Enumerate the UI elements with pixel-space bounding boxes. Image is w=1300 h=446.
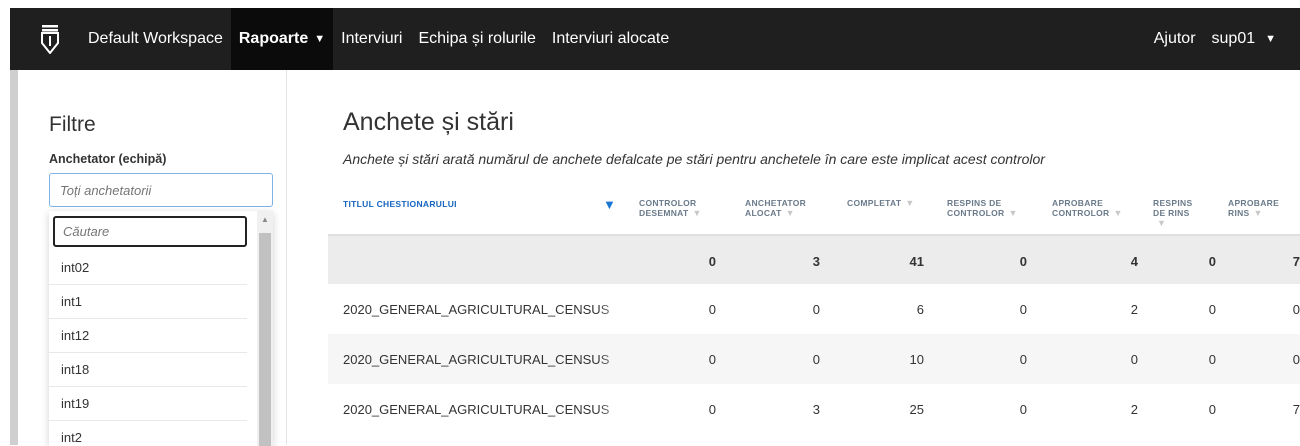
table-cell: 0 xyxy=(1292,351,1300,367)
questionnaire-title[interactable]: 2020_GENERAL_AGRICULTURAL_CENSUS xyxy=(343,334,628,384)
sort-icon[interactable]: ▼ xyxy=(905,198,914,208)
top-navigation: Default Workspace Rapoarte ▼ Interviuri … xyxy=(0,0,1300,70)
dropdown-option[interactable]: int18 xyxy=(49,353,247,387)
table-row[interactable]: 2020_GENERAL_AGRICULTURAL_CENSUS 0 3 25 … xyxy=(328,384,1300,434)
table-row[interactable]: 2020_GENERAL_AGRICULTURAL_CENSUS 0 0 10 … xyxy=(328,334,1300,384)
nav-reports[interactable]: Rapoarte ▼ xyxy=(230,8,334,70)
nav-help[interactable]: Ajutor xyxy=(1146,8,1204,70)
column-header-rejected-by-hq[interactable]: RESPINS DE RINS▼ xyxy=(1153,198,1201,228)
column-header-supervisor-assigned[interactable]: CONTROLOR DESEMNAT ▼ xyxy=(639,198,709,218)
navbar: Default Workspace Rapoarte ▼ Interviuri … xyxy=(10,8,1300,70)
table-totals-row: 0 3 41 0 4 0 7 xyxy=(328,234,1300,284)
chevron-down-icon: ▼ xyxy=(314,33,326,45)
table-cell: 0 xyxy=(1208,301,1216,317)
interviewer-filter-input[interactable] xyxy=(49,173,273,207)
nav-team-roles[interactable]: Echipa și rolurile xyxy=(410,8,543,70)
sort-icon[interactable]: ▼ xyxy=(1157,218,1166,228)
interviewer-filter-label: Anchetator (echipă) xyxy=(49,152,167,166)
filters-sidebar: Filtre Anchetator (echipă) int02 int1 in… xyxy=(10,70,287,446)
questionnaire-title[interactable]: 2020_GENERAL_AGRICULTURAL_CENSUS xyxy=(343,284,628,334)
interviewer-dropdown: int02 int1 int12 int18 int19 int2 ▲ xyxy=(49,211,273,446)
sort-icon[interactable]: ▼ xyxy=(1113,208,1122,218)
nav-assigned-interviews[interactable]: Interviuri alocate xyxy=(544,8,677,70)
column-header-completed[interactable]: COMPLETAT ▼ xyxy=(847,198,927,208)
page-description: Anchete și stări arată numărul de anchet… xyxy=(343,151,1045,167)
nav-reports-label: Rapoarte xyxy=(238,30,309,47)
column-header-approved-by-hq[interactable]: APROBARE RINS ▼ xyxy=(1228,198,1300,218)
dropdown-option[interactable]: int19 xyxy=(49,387,247,421)
scroll-up-icon[interactable]: ▲ xyxy=(257,215,273,229)
table-cell: 0 xyxy=(1130,351,1138,367)
sort-icon[interactable]: ▼ xyxy=(692,208,701,218)
filters-title: Filtre xyxy=(49,113,96,136)
sort-descending-icon[interactable]: ▼ xyxy=(603,197,616,212)
user-menu[interactable]: sup01 ▼ xyxy=(1204,8,1300,70)
table-cell: 0 xyxy=(708,253,716,269)
page-title: Anchete și stări xyxy=(343,108,514,136)
table-cell: 4 xyxy=(1130,253,1138,269)
table-cell: 0 xyxy=(708,351,716,367)
table-cell: 0 xyxy=(812,351,820,367)
scrollbar-thumb[interactable] xyxy=(259,233,271,446)
nav-interviews[interactable]: Interviuri xyxy=(333,8,410,70)
workspace-selector[interactable]: Default Workspace xyxy=(80,8,231,70)
table-cell: 0 xyxy=(1019,351,1027,367)
table-cell: 0 xyxy=(708,401,716,417)
table-cell: 6 xyxy=(916,301,924,317)
dropdown-option[interactable]: int12 xyxy=(49,319,247,353)
dropdown-scrollbar[interactable]: ▲ xyxy=(257,211,273,446)
dropdown-search-input[interactable] xyxy=(53,216,247,247)
column-header-title[interactable]: TITLUL CHESTIONARULUI xyxy=(343,199,457,209)
dropdown-option[interactable]: int02 xyxy=(49,251,247,285)
column-header-rejected-by-supervisor[interactable]: RESPINS DE CONTROLOR ▼ xyxy=(947,198,1027,218)
table-cell: 7 xyxy=(1292,401,1300,417)
table-cell: 0 xyxy=(1019,253,1027,269)
table-cell: 25 xyxy=(909,401,924,417)
table-cell: 3 xyxy=(812,401,820,417)
main-content: Anchete și stări Anchete și stări arată … xyxy=(287,70,1300,445)
table-cell: 0 xyxy=(1208,351,1216,367)
app-logo-icon[interactable] xyxy=(30,19,70,59)
surveys-table: TITLUL CHESTIONARULUI ▼ CONTROLOR DESEMN… xyxy=(328,178,1300,434)
dropdown-list: int02 int1 int12 int18 int19 int2 xyxy=(49,251,255,446)
table-cell: 0 xyxy=(708,301,716,317)
sort-icon[interactable]: ▼ xyxy=(786,208,795,218)
table-row[interactable]: 2020_GENERAL_AGRICULTURAL_CENSUS 0 0 6 0… xyxy=(328,284,1300,334)
table-cell: 0 xyxy=(1208,253,1216,269)
chevron-down-icon: ▼ xyxy=(1265,33,1276,45)
user-name: sup01 xyxy=(1211,30,1256,47)
table-cell: 3 xyxy=(812,253,820,269)
table-cell: 41 xyxy=(909,253,924,269)
dropdown-option[interactable]: int1 xyxy=(49,285,247,319)
sort-icon[interactable]: ▼ xyxy=(1254,208,1263,218)
table-cell: 2 xyxy=(1130,301,1138,317)
table-cell: 0 xyxy=(1208,401,1216,417)
sort-icon[interactable]: ▼ xyxy=(1008,208,1017,218)
table-cell: 2 xyxy=(1130,401,1138,417)
table-cell: 10 xyxy=(909,351,924,367)
table-cell: 0 xyxy=(1292,301,1300,317)
table-header: TITLUL CHESTIONARULUI ▼ CONTROLOR DESEMN… xyxy=(328,178,1300,234)
questionnaire-title[interactable]: 2020_GENERAL_AGRICULTURAL_CENSUS xyxy=(343,384,628,434)
dropdown-option[interactable]: int2 xyxy=(49,421,247,446)
table-cell: 0 xyxy=(812,301,820,317)
table-cell: 0 xyxy=(1019,301,1027,317)
column-header-interviewer-assigned[interactable]: ANCHETATOR ALOCAT ▼ xyxy=(745,198,817,218)
column-header-approved-by-supervisor[interactable]: APROBARE CONTROLOR ▼ xyxy=(1052,198,1132,218)
table-cell: 7 xyxy=(1292,253,1300,269)
table-cell: 0 xyxy=(1019,401,1027,417)
